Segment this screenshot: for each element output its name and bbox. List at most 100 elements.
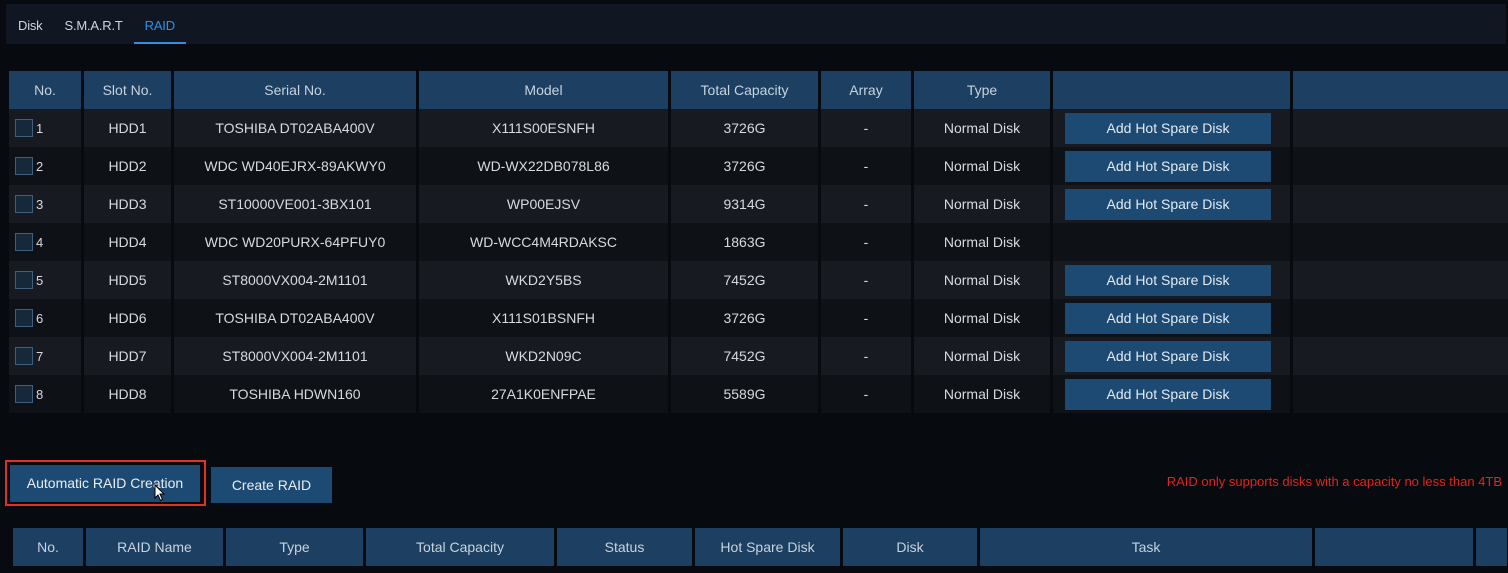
model: WKD2N09C [419,337,668,375]
raid-header-type: Type [226,528,363,566]
array: - [821,185,911,223]
add-hot-spare-disk-button[interactable]: Add Hot Spare Disk [1065,264,1271,296]
array: - [821,375,911,413]
serial-no: TOSHIBA DT02ABA400V [174,299,416,337]
table-row: 7 HDD7 ST8000VX004-2M1101 WKD2N09C 7452G - Nor… [9,337,1508,375]
row-checkbox[interactable] [15,347,33,366]
row-number: 8 [36,386,44,402]
total-capacity: 3726G [671,109,818,147]
raid-header-disk: Disk [843,528,977,566]
header-total-capacity: Total Capacity [671,71,818,109]
table-row: 5 HDD5 ST8000VX004-2M1101 WKD2Y5BS 7452G - Nor… [9,261,1508,299]
model: WD-WX22DB078L86 [419,147,668,185]
disk-table-header: No. Slot No. Serial No. Model Total Capa… [9,71,1508,109]
slot-no: HDD5 [84,261,171,299]
model: WKD2Y5BS [419,261,668,299]
header-no: No. [9,71,81,109]
blank-cell [1293,337,1508,375]
disk-type: Normal Disk [914,147,1050,185]
action-cell: Add Hot Spare Disk [1053,261,1290,299]
row-number: 4 [36,234,44,250]
header-array: Array [821,71,911,109]
disk-type: Normal Disk [914,375,1050,413]
disk-table: No. Slot No. Serial No. Model Total Capa… [6,71,1508,413]
header-type: Type [914,71,1050,109]
row-number: 1 [36,120,44,136]
row-checkbox[interactable] [15,385,33,404]
model: WP00EJSV [419,185,668,223]
total-capacity: 1863G [671,223,818,261]
action-cell: Add Hot Spare Disk [1053,147,1290,185]
row-checkbox[interactable] [15,157,33,176]
create-raid-button[interactable]: Create RAID [211,467,332,503]
disk-type: Normal Disk [914,185,1050,223]
row-number-cell: 1 [9,109,81,147]
array: - [821,261,911,299]
header-model: Model [419,71,668,109]
total-capacity: 3726G [671,299,818,337]
header-slot-no: Slot No. [84,71,171,109]
model: 27A1K0ENFPAE [419,375,668,413]
table-row: 3 HDD3 ST10000VE001-3BX101 WP00EJSV 9314G - No… [9,185,1508,223]
row-number-cell: 4 [9,223,81,261]
row-checkbox[interactable] [15,309,33,328]
total-capacity: 5589G [671,375,818,413]
total-capacity: 7452G [671,337,818,375]
row-checkbox[interactable] [15,233,33,252]
table-row: 1 HDD1 TOSHIBA DT02ABA400V X111S00ESNFH 3726… [9,109,1508,147]
tab-disk[interactable]: Disk [6,8,53,44]
table-row: 4 HDD4 WDC WD20PURX-64PFUY0 WD-WCC4M4RDAKSC… [9,223,1508,261]
serial-no: TOSHIBA DT02ABA400V [174,109,416,147]
action-cell: Add Hot Spare Disk [1053,337,1290,375]
raid-header-blank-1 [1315,528,1473,566]
add-hot-spare-disk-button[interactable]: Add Hot Spare Disk [1065,112,1271,144]
blank-cell [1293,375,1508,413]
automatic-raid-creation-button[interactable]: Automatic RAID Creation [10,465,200,502]
action-cell: Add Hot Spare Disk [1053,185,1290,223]
raid-header-blank-2 [1476,528,1507,566]
slot-no: HDD8 [84,375,171,413]
action-cell: Add Hot Spare Disk [1053,299,1290,337]
disk-type: Normal Disk [914,223,1050,261]
array: - [821,223,911,261]
raid-table-header: No. RAID Name Type Total Capacity Status… [13,528,1507,566]
raid-header-no: No. [13,528,83,566]
blank-cell [1293,109,1508,147]
model: X111S01BSNFH [419,299,668,337]
tab-smart[interactable]: S.M.A.R.T [53,8,133,44]
total-capacity: 7452G [671,261,818,299]
capacity-warning: RAID only supports disks with a capacity… [1166,474,1502,489]
raid-header-status: Status [557,528,692,566]
raid-table: No. RAID Name Type Total Capacity Status… [10,528,1508,566]
slot-no: HDD2 [84,147,171,185]
total-capacity: 9314G [671,185,818,223]
array: - [821,147,911,185]
serial-no: ST10000VE001-3BX101 [174,185,416,223]
raid-header-name: RAID Name [86,528,223,566]
disk-type: Normal Disk [914,337,1050,375]
row-checkbox[interactable] [15,119,33,138]
row-number-cell: 7 [9,337,81,375]
row-number-cell: 3 [9,185,81,223]
add-hot-spare-disk-button[interactable]: Add Hot Spare Disk [1065,302,1271,334]
row-number: 7 [36,348,44,364]
row-number: 3 [36,196,44,212]
row-checkbox[interactable] [15,271,33,290]
add-hot-spare-disk-button[interactable]: Add Hot Spare Disk [1065,340,1271,372]
add-hot-spare-disk-button[interactable]: Add Hot Spare Disk [1065,378,1271,410]
disk-type: Normal Disk [914,299,1050,337]
slot-no: HDD4 [84,223,171,261]
disk-type: Normal Disk [914,261,1050,299]
add-hot-spare-disk-button[interactable]: Add Hot Spare Disk [1065,150,1271,182]
header-serial-no: Serial No. [174,71,416,109]
array: - [821,109,911,147]
tab-raid[interactable]: RAID [133,8,186,44]
raid-header-task: Task [980,528,1312,566]
raid-header-total-capacity: Total Capacity [366,528,554,566]
serial-no: ST8000VX004-2M1101 [174,261,416,299]
header-action [1053,71,1290,109]
add-hot-spare-disk-button[interactable]: Add Hot Spare Disk [1065,188,1271,220]
serial-no: ST8000VX004-2M1101 [174,337,416,375]
row-checkbox[interactable] [15,195,33,214]
action-cell: Add Hot Spare Disk [1053,375,1290,413]
